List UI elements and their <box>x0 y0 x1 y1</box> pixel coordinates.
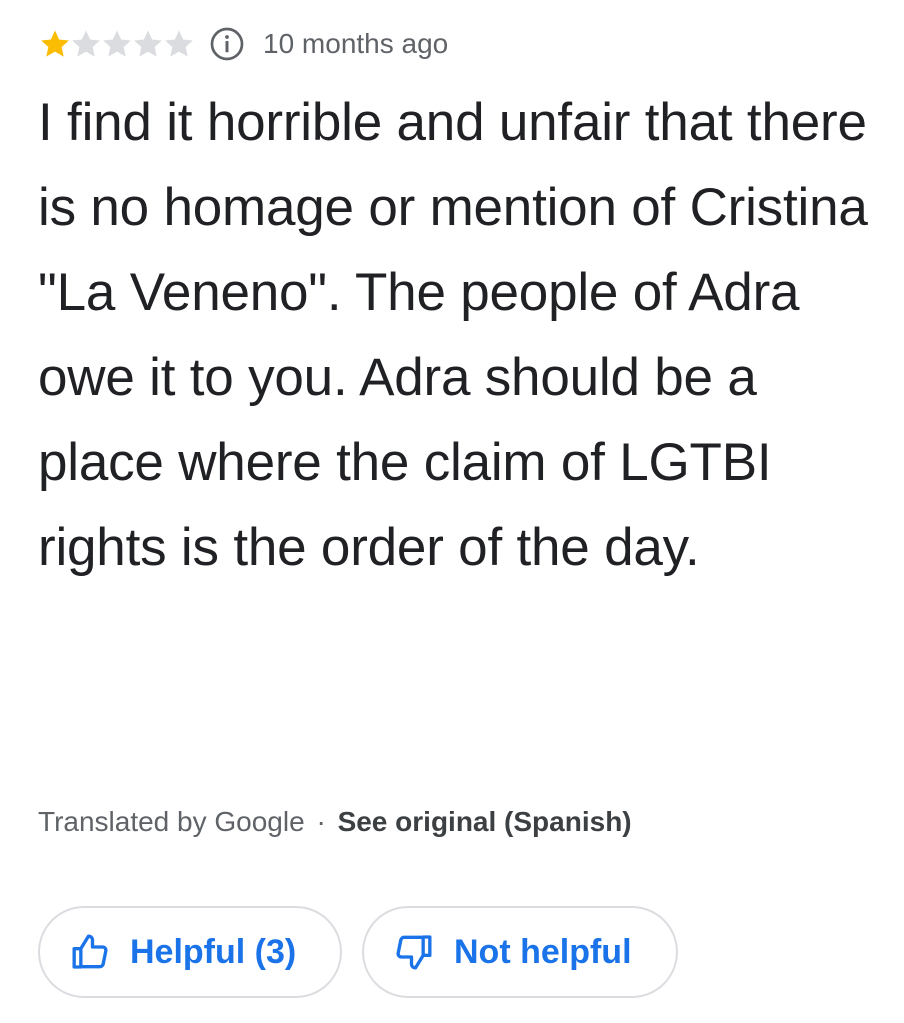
translation-note: Translated by Google · See original (Spa… <box>38 800 632 844</box>
thumbs-up-icon <box>72 934 108 969</box>
see-original-link[interactable]: See original (Spanish) <box>338 806 632 837</box>
thumbs-down-icon <box>396 935 432 970</box>
helpful-label: Helpful (3) <box>130 932 297 971</box>
info-icon[interactable] <box>209 26 245 62</box>
helpful-button[interactable]: Helpful (3) <box>38 906 342 998</box>
star-icon-empty <box>165 30 193 57</box>
translated-by-label: Translated by Google <box>38 806 305 837</box>
review-timestamp: 10 months ago <box>263 28 449 59</box>
separator: · <box>316 806 326 837</box>
star-icon-empty <box>72 30 100 57</box>
star-icon-filled <box>41 30 69 57</box>
star-rating <box>38 27 193 61</box>
not-helpful-label: Not helpful <box>454 932 632 971</box>
star-icon-empty <box>134 30 162 57</box>
star-icon-empty <box>103 30 131 57</box>
review-text: I find it horrible and unfair that there… <box>38 93 868 577</box>
review-actions: Helpful (3) Not helpful <box>38 906 678 998</box>
not-helpful-button[interactable]: Not helpful <box>362 906 678 998</box>
rating-row: 10 months ago <box>38 22 448 66</box>
